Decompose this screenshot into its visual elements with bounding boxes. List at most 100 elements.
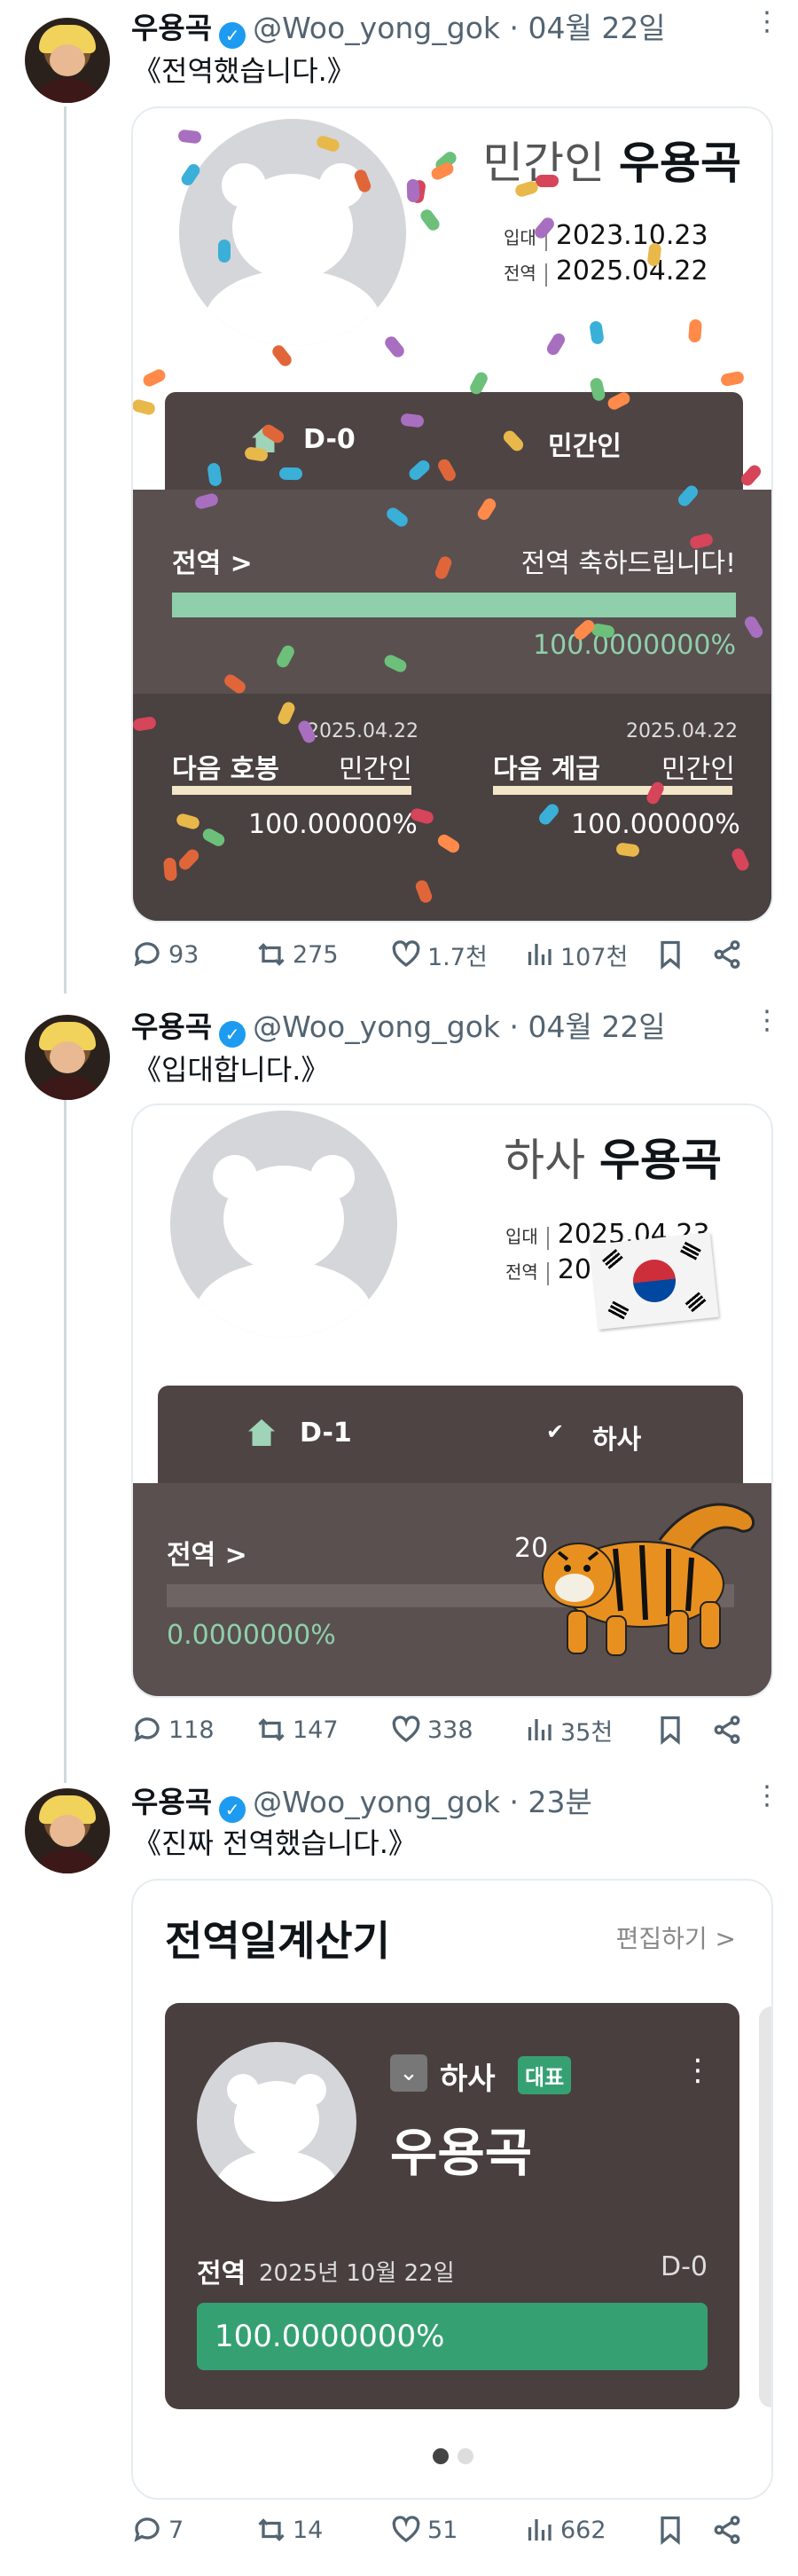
confetti-piece <box>176 846 201 873</box>
reply-button[interactable]: 7 <box>131 2514 255 2546</box>
representative-badge: 대표 <box>518 2056 572 2094</box>
confetti-piece <box>739 462 763 489</box>
avatar[interactable] <box>25 1015 110 1100</box>
confetti-piece <box>536 801 561 828</box>
confetti-piece <box>270 342 294 369</box>
handle[interactable]: @Woo_yong_gok <box>253 11 500 45</box>
repost-icon <box>258 2518 285 2541</box>
repost-button[interactable]: 275 <box>255 939 390 970</box>
like-button[interactable]: 51 <box>390 2514 523 2546</box>
display-name[interactable]: 우용곡 <box>131 11 212 45</box>
share-button[interactable] <box>711 2514 743 2546</box>
timestamp[interactable]: · 04월 22일 <box>510 1009 666 1044</box>
confetti-piece <box>384 505 411 530</box>
rank-label: 하사 <box>440 2062 496 2097</box>
chevron-down-icon[interactable]: ⌄ <box>390 2054 427 2092</box>
handle[interactable]: @Woo_yong_gok <box>253 1785 500 1819</box>
reply-icon <box>134 2517 160 2542</box>
edit-link[interactable]: 편집하기 > <box>616 1920 736 1955</box>
confetti-piece <box>400 412 425 428</box>
chart-icon <box>528 2519 552 2541</box>
progress-label[interactable]: 전역 > <box>167 1533 247 1572</box>
post-text: 《전역했습니다.》 <box>133 54 356 88</box>
bookmark-button[interactable] <box>654 1714 711 1746</box>
reply-button[interactable]: 93 <box>131 939 255 970</box>
confetti-piece <box>382 653 409 674</box>
soldier-card[interactable]: ⌄ 하사 대표 ⋮ 우용곡 전역 2025년 10월 22일 D-0 100.0… <box>165 2003 739 2409</box>
bookmark-button[interactable] <box>654 2514 711 2546</box>
more-icon[interactable]: ⋮ <box>683 2053 713 2088</box>
confetti-piece <box>418 207 442 233</box>
heart-icon <box>392 940 420 967</box>
chevron-down-icon[interactable]: ✔ <box>546 1419 564 1444</box>
display-name[interactable]: 우용곡 <box>131 1009 212 1044</box>
discharge-label: 전역 <box>197 2258 246 2289</box>
post-text: 《진짜 전역했습니다.》 <box>133 1826 417 1860</box>
home-icon <box>248 1419 275 1446</box>
carousel-dot-active[interactable] <box>433 2448 449 2464</box>
confetti-piece <box>162 857 178 882</box>
confetti-piece <box>513 179 540 199</box>
views-button[interactable]: 107천 <box>523 938 654 972</box>
avatar[interactable] <box>25 18 110 103</box>
share-button[interactable] <box>711 939 743 970</box>
discharge-date: 2025년 10월 22일 <box>259 2260 455 2287</box>
confetti-piece <box>133 397 157 417</box>
media-card[interactable]: 전역일계산기 편집하기 > ⌄ 하사 대표 ⋮ 우용곡 전역 2025년 10월… <box>131 1879 773 2500</box>
confetti-piece <box>435 457 458 483</box>
bookmark-button[interactable] <box>654 939 711 970</box>
tiger-sticker <box>542 1503 755 1656</box>
confetti-piece <box>178 161 203 188</box>
confetti-piece <box>532 215 557 241</box>
timestamp[interactable]: · 04월 22일 <box>510 11 666 45</box>
progress-percent: 100.0000000% <box>215 2319 445 2354</box>
repost-button[interactable]: 147 <box>255 1714 390 1746</box>
dday-label: D-0 <box>660 2251 708 2282</box>
carousel-dots <box>433 2448 473 2464</box>
confetti-piece <box>589 376 606 403</box>
confetti-piece <box>719 370 746 388</box>
dday-label[interactable]: D-1 <box>300 1418 352 1449</box>
more-icon[interactable]: ⋮ <box>754 1008 780 1043</box>
like-button[interactable]: 1.7천 <box>390 938 523 972</box>
like-button[interactable]: 338 <box>390 1714 523 1746</box>
reply-button[interactable]: 118 <box>131 1714 255 1746</box>
repost-button[interactable]: 14 <box>255 2514 390 2546</box>
confetti-piece <box>218 240 231 263</box>
more-icon[interactable]: ⋮ <box>754 9 780 44</box>
repost-icon <box>258 1718 285 1741</box>
confetti-piece <box>688 532 715 550</box>
confetti-piece <box>467 370 490 397</box>
confetti-piece <box>544 331 567 357</box>
handle[interactable]: @Woo_yong_gok <box>253 1009 500 1044</box>
confetti-piece <box>413 878 434 905</box>
share-button[interactable] <box>711 1714 743 1746</box>
views-button[interactable]: 35천 <box>523 1713 654 1747</box>
avatar[interactable] <box>25 1788 110 1873</box>
media-card[interactable]: 하사 우용곡 입대 2025.04.23 전역 20 D-1 ✔ 하사 전역 > 2… <box>131 1103 773 1698</box>
timestamp[interactable]: · 23분 <box>510 1785 592 1819</box>
confetti-piece <box>276 700 297 726</box>
confetti-piece <box>177 129 202 145</box>
post-header: 우용곡 ✓ @Woo_yong_gok · 04월 22일 <box>131 1009 666 1048</box>
confetti-piece <box>141 367 168 389</box>
views-button[interactable]: 662 <box>523 2514 654 2546</box>
share-icon <box>714 2516 740 2544</box>
confetti-piece <box>260 422 286 445</box>
rank-tab[interactable]: 하사 <box>592 1418 641 1457</box>
heart-icon <box>392 2516 420 2542</box>
confetti-piece <box>222 671 248 696</box>
post-header: 우용곡 ✓ @Woo_yong_gok · 23분 <box>131 1785 592 1823</box>
confetti-piece <box>688 318 702 343</box>
display-name[interactable]: 우용곡 <box>131 1785 212 1819</box>
confetti-piece <box>742 614 765 640</box>
post-header: 우용곡 ✓ @Woo_yong_gok · 04월 22일 <box>131 11 666 49</box>
confetti-piece <box>278 467 303 481</box>
status-title: 하사 우용곡 <box>504 1135 722 1186</box>
carousel-dot[interactable] <box>458 2448 473 2464</box>
more-icon[interactable]: ⋮ <box>754 1783 780 1818</box>
repost-icon <box>258 943 285 966</box>
confetti-piece <box>296 719 317 745</box>
media-card[interactable]: 민간인 우용곡 입대 2023.10.23 전역 2025.04.22 D-0 민간… <box>131 106 773 923</box>
korean-flag-sticker <box>590 1232 719 1330</box>
